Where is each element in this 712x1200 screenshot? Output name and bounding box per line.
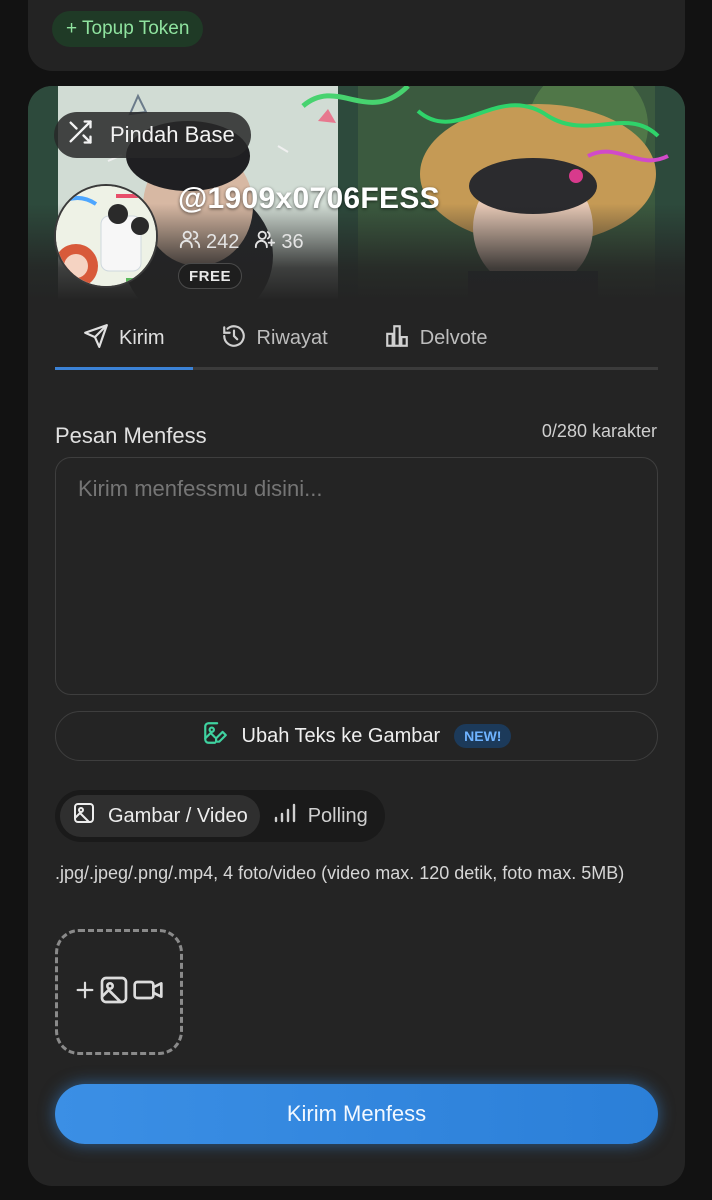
media-option-image-video[interactable]: Gambar / Video xyxy=(60,795,260,837)
media-upload-dropzone[interactable] xyxy=(55,929,183,1055)
text-to-image-button[interactable]: Ubah Teks ke Gambar NEW! xyxy=(55,711,658,761)
history-icon xyxy=(221,323,247,355)
shuffle-icon xyxy=(66,118,94,152)
followers-count: 242 xyxy=(206,230,240,253)
file-format-hint: .jpg/.jpeg/.png/.mp4, 4 foto/video (vide… xyxy=(55,863,625,883)
new-badge: NEW! xyxy=(454,724,512,748)
tab-delvote[interactable]: Delvote xyxy=(356,310,516,367)
char-counter: 0/280 karakter xyxy=(541,421,657,441)
user-plus-icon xyxy=(253,228,277,256)
media-option-label: Polling xyxy=(307,804,368,827)
avatar xyxy=(54,184,158,288)
send-icon xyxy=(83,323,109,355)
image-edit-icon xyxy=(202,720,228,752)
message-label: Pesan Menfess xyxy=(55,423,207,448)
signal-bars-icon xyxy=(272,801,296,831)
base-stats: 242 36 xyxy=(178,228,304,256)
tab-label: Kirim xyxy=(119,327,165,349)
bar-chart-icon xyxy=(384,323,410,355)
switch-base-label: Pindah Base xyxy=(110,122,235,147)
media-option-polling[interactable]: Polling xyxy=(260,795,380,837)
topup-label: + Topup Token xyxy=(66,18,190,39)
plus-icon xyxy=(74,979,96,1006)
media-option-label: Gambar / Video xyxy=(108,804,248,827)
tab-label: Riwayat xyxy=(256,327,328,349)
convert-label: Ubah Teks ke Gambar xyxy=(241,724,441,747)
base-username: @1909x0706FESS xyxy=(178,182,440,215)
submit-label: Kirim Menfess xyxy=(286,1101,427,1126)
tab-label: Delvote xyxy=(419,327,488,349)
following-count: 36 xyxy=(281,230,304,253)
media-type-toggle: Gambar / Video Polling xyxy=(55,790,385,842)
message-input[interactable] xyxy=(55,457,658,695)
tab-bar: Kirim Riwayat Delvote xyxy=(55,310,658,370)
following-stat: 36 xyxy=(253,228,304,256)
base-card: Pindah Base @1909x0706FESS 242 36 FREE K… xyxy=(28,86,685,1186)
plan-badge: FREE xyxy=(178,263,243,289)
tab-kirim[interactable]: Kirim xyxy=(55,310,193,370)
topup-token-button[interactable]: + Topup Token xyxy=(52,11,204,47)
image-icon xyxy=(98,974,130,1011)
users-icon xyxy=(178,228,202,256)
send-menfess-button[interactable]: Kirim Menfess xyxy=(55,1084,658,1144)
switch-base-button[interactable]: Pindah Base xyxy=(54,112,251,158)
image-icon xyxy=(72,801,96,831)
video-icon xyxy=(132,974,164,1011)
tab-riwayat[interactable]: Riwayat xyxy=(193,310,356,367)
followers-stat: 242 xyxy=(178,228,239,256)
